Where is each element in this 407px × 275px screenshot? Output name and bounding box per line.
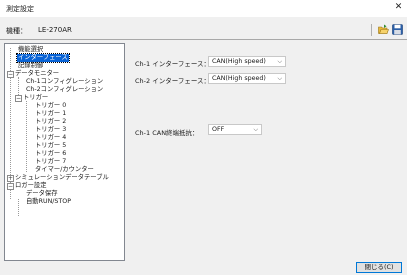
tree-item-trigger-2[interactable]: トリガー 2 bbox=[35, 118, 66, 126]
ch2-interface-value: CAN(High speed) bbox=[212, 75, 266, 82]
tree-item-function-select[interactable]: 機能選択 bbox=[18, 46, 43, 54]
toolbar-separator bbox=[371, 24, 372, 36]
tree-item-trigger-0[interactable]: トリガー 0 bbox=[35, 102, 66, 110]
tree-item-ch2-config[interactable]: Ch-2コンフィグレーション bbox=[26, 86, 103, 94]
tree-item-simulation-table[interactable]: シミュレーションデータテーブル bbox=[15, 174, 109, 182]
chevron-down-icon: ⌵ bbox=[253, 126, 258, 133]
tree-item-record-control[interactable]: 記録制御 bbox=[18, 62, 43, 70]
chevron-down-icon: ⌵ bbox=[277, 58, 282, 65]
tree-item-trigger-1[interactable]: トリガー 1 bbox=[35, 110, 66, 118]
tree-item-trigger-4[interactable]: トリガー 4 bbox=[35, 134, 66, 142]
tree-item-trigger-6[interactable]: トリガー 6 bbox=[35, 150, 66, 158]
title-bar: 測定設定 ✕ bbox=[0, 0, 407, 17]
open-folder-icon[interactable] bbox=[378, 24, 389, 35]
tree-item-ch1-config[interactable]: Ch-1コンフィグレーション bbox=[26, 78, 103, 86]
ch1-interface-label: Ch-1 インターフェース： bbox=[135, 60, 210, 68]
close-icon[interactable]: ✕ bbox=[392, 1, 405, 14]
ch1-interface-select[interactable]: CAN(High speed) ⌵ bbox=[208, 56, 286, 67]
tree-line bbox=[18, 199, 19, 216]
model-value: LE-270AR bbox=[38, 26, 72, 34]
collapse-icon[interactable]: − bbox=[7, 183, 14, 190]
header-divider bbox=[0, 39, 407, 40]
close-button[interactable]: 閉じる(C) bbox=[356, 262, 402, 273]
expand-icon[interactable]: + bbox=[7, 175, 14, 182]
chevron-down-icon: ⌵ bbox=[277, 75, 282, 82]
tree-item-interface[interactable]: インターフェース bbox=[16, 53, 70, 63]
tree-item-trigger-3[interactable]: トリガー 3 bbox=[35, 126, 66, 134]
tree-item-timer-counter[interactable]: タイマー/カウンター bbox=[35, 166, 94, 174]
tree-item-data-monitor[interactable]: データモニター bbox=[15, 70, 59, 78]
tree-item-auto-run-stop[interactable]: 自動RUN/STOP bbox=[26, 198, 71, 206]
ch2-interface-label: Ch-2 インターフェース： bbox=[135, 77, 210, 85]
tree-line bbox=[26, 101, 27, 172]
collapse-icon[interactable]: − bbox=[7, 71, 14, 78]
tree-item-trigger-5[interactable]: トリガー 5 bbox=[35, 142, 66, 150]
tree-item-trigger-7[interactable]: トリガー 7 bbox=[35, 158, 66, 166]
tree-item-logger-settings[interactable]: ロガー設定 bbox=[15, 182, 46, 190]
model-row: 機種： LE-270AR bbox=[0, 23, 407, 37]
tree-item-trigger[interactable]: トリガー bbox=[23, 94, 48, 102]
floppy-disk-icon[interactable] bbox=[392, 24, 403, 35]
collapse-icon[interactable]: − bbox=[15, 95, 22, 102]
model-label: 機種： bbox=[6, 27, 27, 35]
ch1-termination-label: Ch-1 CAN終端抵抗： bbox=[135, 129, 199, 137]
ch2-interface-select[interactable]: CAN(High speed) ⌵ bbox=[208, 73, 286, 84]
settings-tree[interactable]: 機能選択 インターフェース 記録制御 − データモニター Ch-1コンフィグレー… bbox=[4, 43, 125, 261]
window-title: 測定設定 bbox=[6, 5, 34, 13]
ch1-interface-value: CAN(High speed) bbox=[212, 58, 266, 65]
ch1-termination-value: OFF bbox=[212, 126, 225, 133]
tree-item-data-save[interactable]: データ保存 bbox=[26, 190, 57, 198]
ch1-termination-select[interactable]: OFF ⌵ bbox=[208, 124, 262, 135]
